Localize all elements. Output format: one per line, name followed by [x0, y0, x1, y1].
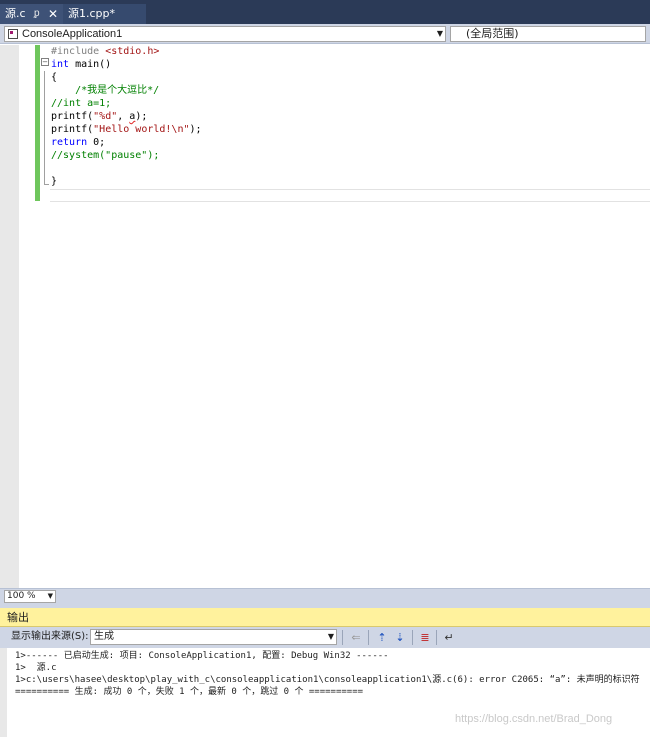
code-line: /*我是个大逗比*/	[51, 84, 202, 97]
tab-source-c[interactable]: 源.c ᵱ ✕	[0, 4, 63, 24]
scope-dropdown-label: (全局范围)	[466, 27, 519, 40]
code-token: printf(	[51, 111, 94, 122]
pin-icon[interactable]: ᵱ	[34, 4, 40, 24]
tab-source1-cpp[interactable]: 源1.cpp*	[63, 4, 146, 24]
project-dropdown-label: ConsoleApplication1	[22, 28, 123, 40]
code-token: /*我是个大逗比*/	[51, 85, 160, 96]
current-line-highlight	[50, 189, 650, 202]
output-source-value: 生成	[94, 631, 114, 642]
code-token: );	[189, 124, 202, 135]
fold-toggle-icon[interactable]: −	[41, 58, 49, 66]
code-line: printf("Hello world!\n");	[51, 123, 202, 136]
code-line: int main()	[51, 58, 202, 71]
navigation-bar: ConsoleApplication1 ▼ (全局范围)	[0, 24, 650, 44]
toolbar-separator	[342, 630, 343, 645]
code-line: #include <stdio.h>	[51, 45, 202, 58]
zoom-dropdown[interactable]: 100 % ▼	[4, 590, 56, 603]
code-token: );	[135, 111, 148, 122]
toolbar-separator	[368, 630, 369, 645]
code-token: return	[51, 137, 88, 148]
code-line: //system("pause");	[51, 149, 202, 162]
code-line: //int a=1;	[51, 97, 202, 110]
go-to-previous-message-icon[interactable]: ⇡	[374, 630, 390, 645]
code-token: printf(	[51, 124, 94, 135]
output-line: ========== 生成: 成功 0 个，失败 1 个，最新 0 个，跳过 0…	[15, 687, 364, 697]
cpp-project-icon	[8, 29, 18, 39]
code-token: ,	[117, 111, 130, 122]
code-token: int	[51, 59, 70, 70]
output-line: 1> 源.c	[15, 663, 57, 673]
change-tracking-bar	[35, 45, 40, 201]
output-pane-title: 输出	[0, 608, 650, 627]
code-token: #include	[51, 46, 106, 57]
chevron-down-icon[interactable]: ▼	[328, 630, 334, 644]
project-dropdown[interactable]: ConsoleApplication1 ▼	[4, 26, 446, 42]
code-token: 0;	[87, 137, 106, 148]
code-token: //system("pause");	[51, 150, 160, 161]
fold-guide-line	[44, 71, 45, 184]
code-token: }	[51, 176, 58, 187]
code-text[interactable]: #include <stdio.h> int main() { /*我是个大逗比…	[51, 45, 202, 188]
output-line: 1>------ 已启动生成: 项目: ConsoleApplication1,…	[15, 651, 389, 661]
code-line: {	[51, 71, 202, 84]
output-source-label: 显示输出来源(S):	[11, 631, 89, 642]
tab-label: 源1.cpp*	[68, 7, 116, 20]
code-line: }	[51, 175, 202, 188]
watermark: https://blog.csdn.net/Brad_Dong	[455, 713, 613, 725]
chevron-down-icon[interactable]: ▼	[437, 27, 443, 41]
editor-gutter	[0, 45, 19, 588]
code-token: "Hello world!\n"	[93, 124, 190, 135]
code-token: "%d"	[93, 111, 118, 122]
scope-dropdown[interactable]: (全局范围)	[450, 26, 646, 42]
toolbar-separator	[412, 630, 413, 645]
document-tab-strip: 源.c ᵱ ✕ 源1.cpp*	[0, 0, 650, 24]
code-editor[interactable]: − #include <stdio.h> int main() { /*我是个大…	[0, 45, 650, 588]
zoom-value: 100 %	[7, 591, 36, 601]
code-token: {	[51, 72, 58, 83]
fold-guide-end	[44, 184, 49, 185]
code-line: printf("%d", a);	[51, 110, 202, 123]
code-token: <stdio.h>	[105, 46, 160, 57]
close-icon[interactable]: ✕	[48, 4, 58, 24]
output-line: 1>c:\users\hasee\desktop\play_with_c\con…	[15, 675, 640, 685]
code-token: main()	[69, 59, 112, 70]
editor-status-bar: 100 % ▼	[0, 588, 650, 603]
tab-label: 源.c	[5, 7, 26, 20]
chevron-down-icon[interactable]: ▼	[48, 591, 53, 602]
toggle-word-wrap-icon[interactable]: ↵	[441, 630, 457, 645]
toolbar-separator	[436, 630, 437, 645]
code-line: return 0;	[51, 136, 202, 149]
output-toolbar: 显示输出来源(S): 生成 ▼ ⇐ ⇡ ⇣ ≣ ↵	[0, 627, 650, 648]
clear-all-icon[interactable]: ≣	[417, 630, 433, 645]
output-source-dropdown[interactable]: 生成 ▼	[90, 629, 337, 645]
go-to-next-message-icon[interactable]: ⇣	[392, 630, 408, 645]
output-scrollbar[interactable]	[0, 648, 7, 737]
clear-find-icon[interactable]: ⇐	[348, 630, 364, 645]
code-token: //int a=1;	[51, 98, 112, 109]
